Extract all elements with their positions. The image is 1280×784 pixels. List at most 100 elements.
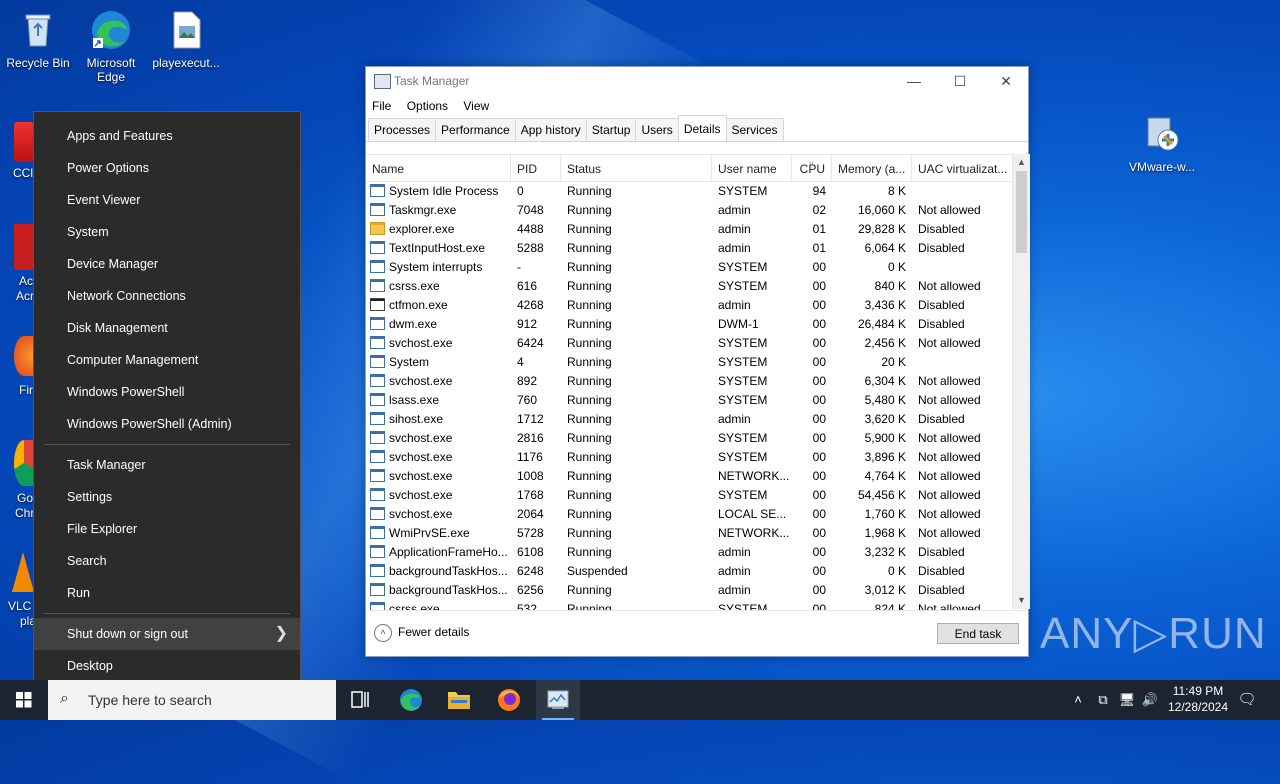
process-name: dwm.exe <box>389 317 438 331</box>
menu-item-windows-powershell-admin[interactable]: Windows PowerShell (Admin) <box>34 408 300 440</box>
menu-file[interactable]: File <box>372 95 391 117</box>
table-row[interactable]: explorer.exe 4488 Running admin 01 29,828 K Di… <box>366 220 1012 239</box>
menu-item-search[interactable]: Search <box>34 545 300 577</box>
taskbar-task-manager-button[interactable] <box>536 680 580 720</box>
tab-users[interactable]: Users <box>635 118 679 141</box>
menu-item-file-explorer[interactable]: File Explorer <box>34 513 300 545</box>
table-row[interactable]: backgroundTaskHos... 6248 Suspended admin 00… <box>366 562 1012 581</box>
menu-item-apps-and-features[interactable]: Apps and Features <box>34 120 300 152</box>
scroll-thumb[interactable] <box>1016 171 1027 253</box>
table-row[interactable]: csrss.exe 616 Running SYSTEM 00 840 K Not allo… <box>366 277 1012 296</box>
cell-uac: Disabled <box>918 241 965 255</box>
process-icon <box>370 241 385 254</box>
maximize-button[interactable]: ☐ <box>937 67 983 95</box>
taskbar-file-explorer-button[interactable] <box>437 680 481 720</box>
column-header-memory[interactable]: Memory (a... <box>832 155 912 181</box>
desktop-icon-playexecut[interactable]: playexecut... <box>148 8 224 70</box>
menu-item-computer-management[interactable]: Computer Management <box>34 344 300 376</box>
taskbar-edge-button[interactable] <box>389 680 433 720</box>
menu-item-settings[interactable]: Settings <box>34 481 300 513</box>
task-view-button[interactable] <box>338 680 382 720</box>
menu-item-power-options[interactable]: Power Options <box>34 152 300 184</box>
table-row[interactable]: sihost.exe 1712 Running admin 00 3,620 K Disab… <box>366 410 1012 429</box>
table-row[interactable]: svchost.exe 2064 Running LOCAL SE... 00 1,760… <box>366 505 1012 524</box>
menu-view[interactable]: View <box>463 95 489 117</box>
table-row[interactable]: ctfmon.exe 4268 Running admin 00 3,436 K Disab… <box>366 296 1012 315</box>
minimize-button[interactable]: — <box>891 67 937 95</box>
menu-item-windows-powershell[interactable]: Windows PowerShell <box>34 376 300 408</box>
table-row[interactable]: svchost.exe 6424 Running SYSTEM 00 2,456 K Not… <box>366 334 1012 353</box>
menu-item-shut-down-or-sign-out[interactable]: Shut down or sign out ❯ <box>34 618 300 650</box>
menu-item-desktop[interactable]: Desktop <box>34 650 300 682</box>
menu-item-network-connections[interactable]: Network Connections <box>34 280 300 312</box>
column-header-status[interactable]: Status <box>561 155 712 181</box>
vlc-icon[interactable] <box>12 552 34 592</box>
table-row[interactable]: csrss.exe 532 Running SYSTEM 00 824 K Not allo… <box>366 600 1012 610</box>
column-header-pid[interactable]: PID <box>511 155 561 181</box>
process-name: svchost.exe <box>389 488 453 502</box>
tab-app-history[interactable]: App history <box>514 118 587 141</box>
details-table: Name PID Status User name ˅ CPU Memory (… <box>366 154 1012 610</box>
column-header-name[interactable]: Name <box>366 155 511 181</box>
cell-uac: Disabled <box>918 222 965 236</box>
column-header-user-name[interactable]: User name <box>712 155 792 181</box>
table-row[interactable]: Taskmgr.exe 7048 Running admin 02 16,060 K Not… <box>366 201 1012 220</box>
close-button[interactable]: ✕ <box>983 67 1029 95</box>
tab-processes[interactable]: Processes <box>368 118 437 141</box>
desktop-icon-ccleaner-partial[interactable] <box>14 122 34 162</box>
menu-item-event-viewer[interactable]: Event Viewer <box>34 184 300 216</box>
table-row[interactable]: System interrupts - Running SYSTEM 00 0 K <box>366 258 1012 277</box>
column-header-cpu[interactable]: ˅ CPU <box>792 155 832 181</box>
cell-pid: 4268 <box>517 298 544 312</box>
tab-startup[interactable]: Startup <box>585 118 637 141</box>
menu-item-task-manager[interactable]: Task Manager <box>34 449 300 481</box>
table-row[interactable]: svchost.exe 892 Running SYSTEM 00 6,304 K Not … <box>366 372 1012 391</box>
vertical-scrollbar[interactable]: ▲ ▼ <box>1012 154 1030 609</box>
table-row[interactable]: lsass.exe 760 Running SYSTEM 00 5,480 K Not al… <box>366 391 1012 410</box>
scroll-down-arrow-icon[interactable]: ▼ <box>1013 592 1030 609</box>
taskbar-clock[interactable]: 11:49 PM 12/28/2024 <box>1160 683 1236 715</box>
tab-performance[interactable]: Performance <box>435 118 516 141</box>
taskbar-firefox-button[interactable] <box>487 680 531 720</box>
title-bar[interactable]: Task Manager — ☐ ✕ <box>366 67 1028 95</box>
chrome-icon[interactable] <box>14 440 34 486</box>
table-row[interactable]: svchost.exe 1176 Running SYSTEM 00 3,896 K Not… <box>366 448 1012 467</box>
volume-icon[interactable]: 🔊 <box>1140 680 1160 720</box>
notifications-icon[interactable]: 🗨 <box>1236 680 1258 720</box>
table-row[interactable]: backgroundTaskHos... 6256 Running admin 00 3,… <box>366 581 1012 600</box>
cell-uac: Disabled <box>918 298 965 312</box>
tab-details[interactable]: Details <box>677 115 727 141</box>
taskbar-search-box[interactable]: ⌕ Type here to search <box>48 680 336 720</box>
table-row[interactable]: svchost.exe 2816 Running SYSTEM 00 5,900 K Not… <box>366 429 1012 448</box>
column-header-uac[interactable]: UAC virtualizat... <box>912 155 1012 181</box>
table-row[interactable]: System Idle Process 0 Running SYSTEM 94 8 K <box>366 182 1012 201</box>
network-share-icon[interactable]: ⧉ <box>1093 680 1113 720</box>
menu-options[interactable]: Options <box>407 95 448 117</box>
end-task-button[interactable]: End task <box>937 623 1019 644</box>
desktop-icon-edge[interactable]: Microsoft Edge <box>73 8 149 84</box>
menu-item-disk-management[interactable]: Disk Management <box>34 312 300 344</box>
table-row[interactable]: ApplicationFrameHo... 6108 Running admin 00 3… <box>366 543 1012 562</box>
table-row[interactable]: WmiPrvSE.exe 5728 Running NETWORK... 00 1,968… <box>366 524 1012 543</box>
tab-services[interactable]: Services <box>725 118 784 141</box>
table-row[interactable]: TextInputHost.exe 5288 Running admin 01 6,064… <box>366 239 1012 258</box>
fewer-details-button[interactable]: ˄ Fewer details <box>374 624 469 642</box>
table-row[interactable]: System 4 Running SYSTEM 00 20 K <box>366 353 1012 372</box>
desktop-icon-vmware[interactable]: VMware-w... <box>1124 112 1200 174</box>
network-icon[interactable]: 🖥 <box>1117 680 1137 720</box>
cell-status: Running <box>567 469 612 483</box>
start-button[interactable] <box>0 680 48 720</box>
cell-status: Running <box>567 602 612 610</box>
menu-item-system[interactable]: System <box>34 216 300 248</box>
table-row[interactable]: svchost.exe 1008 Running NETWORK... 00 4,764 … <box>366 467 1012 486</box>
table-row[interactable]: dwm.exe 912 Running DWM-1 00 26,484 K Disabled <box>366 315 1012 334</box>
acrobat-icon[interactable] <box>14 224 34 270</box>
firefox-icon[interactable] <box>14 336 34 376</box>
menu-item-run[interactable]: Run <box>34 577 300 609</box>
show-hidden-icons-chevron-icon[interactable]: ˄ <box>1068 680 1088 720</box>
menu-item-device-manager[interactable]: Device Manager <box>34 248 300 280</box>
table-row[interactable]: svchost.exe 1768 Running SYSTEM 00 54,456 K No… <box>366 486 1012 505</box>
scroll-up-arrow-icon[interactable]: ▲ <box>1013 154 1030 171</box>
process-icon <box>370 602 385 610</box>
desktop-icon-recycle-bin[interactable]: Recycle Bin <box>0 8 76 70</box>
